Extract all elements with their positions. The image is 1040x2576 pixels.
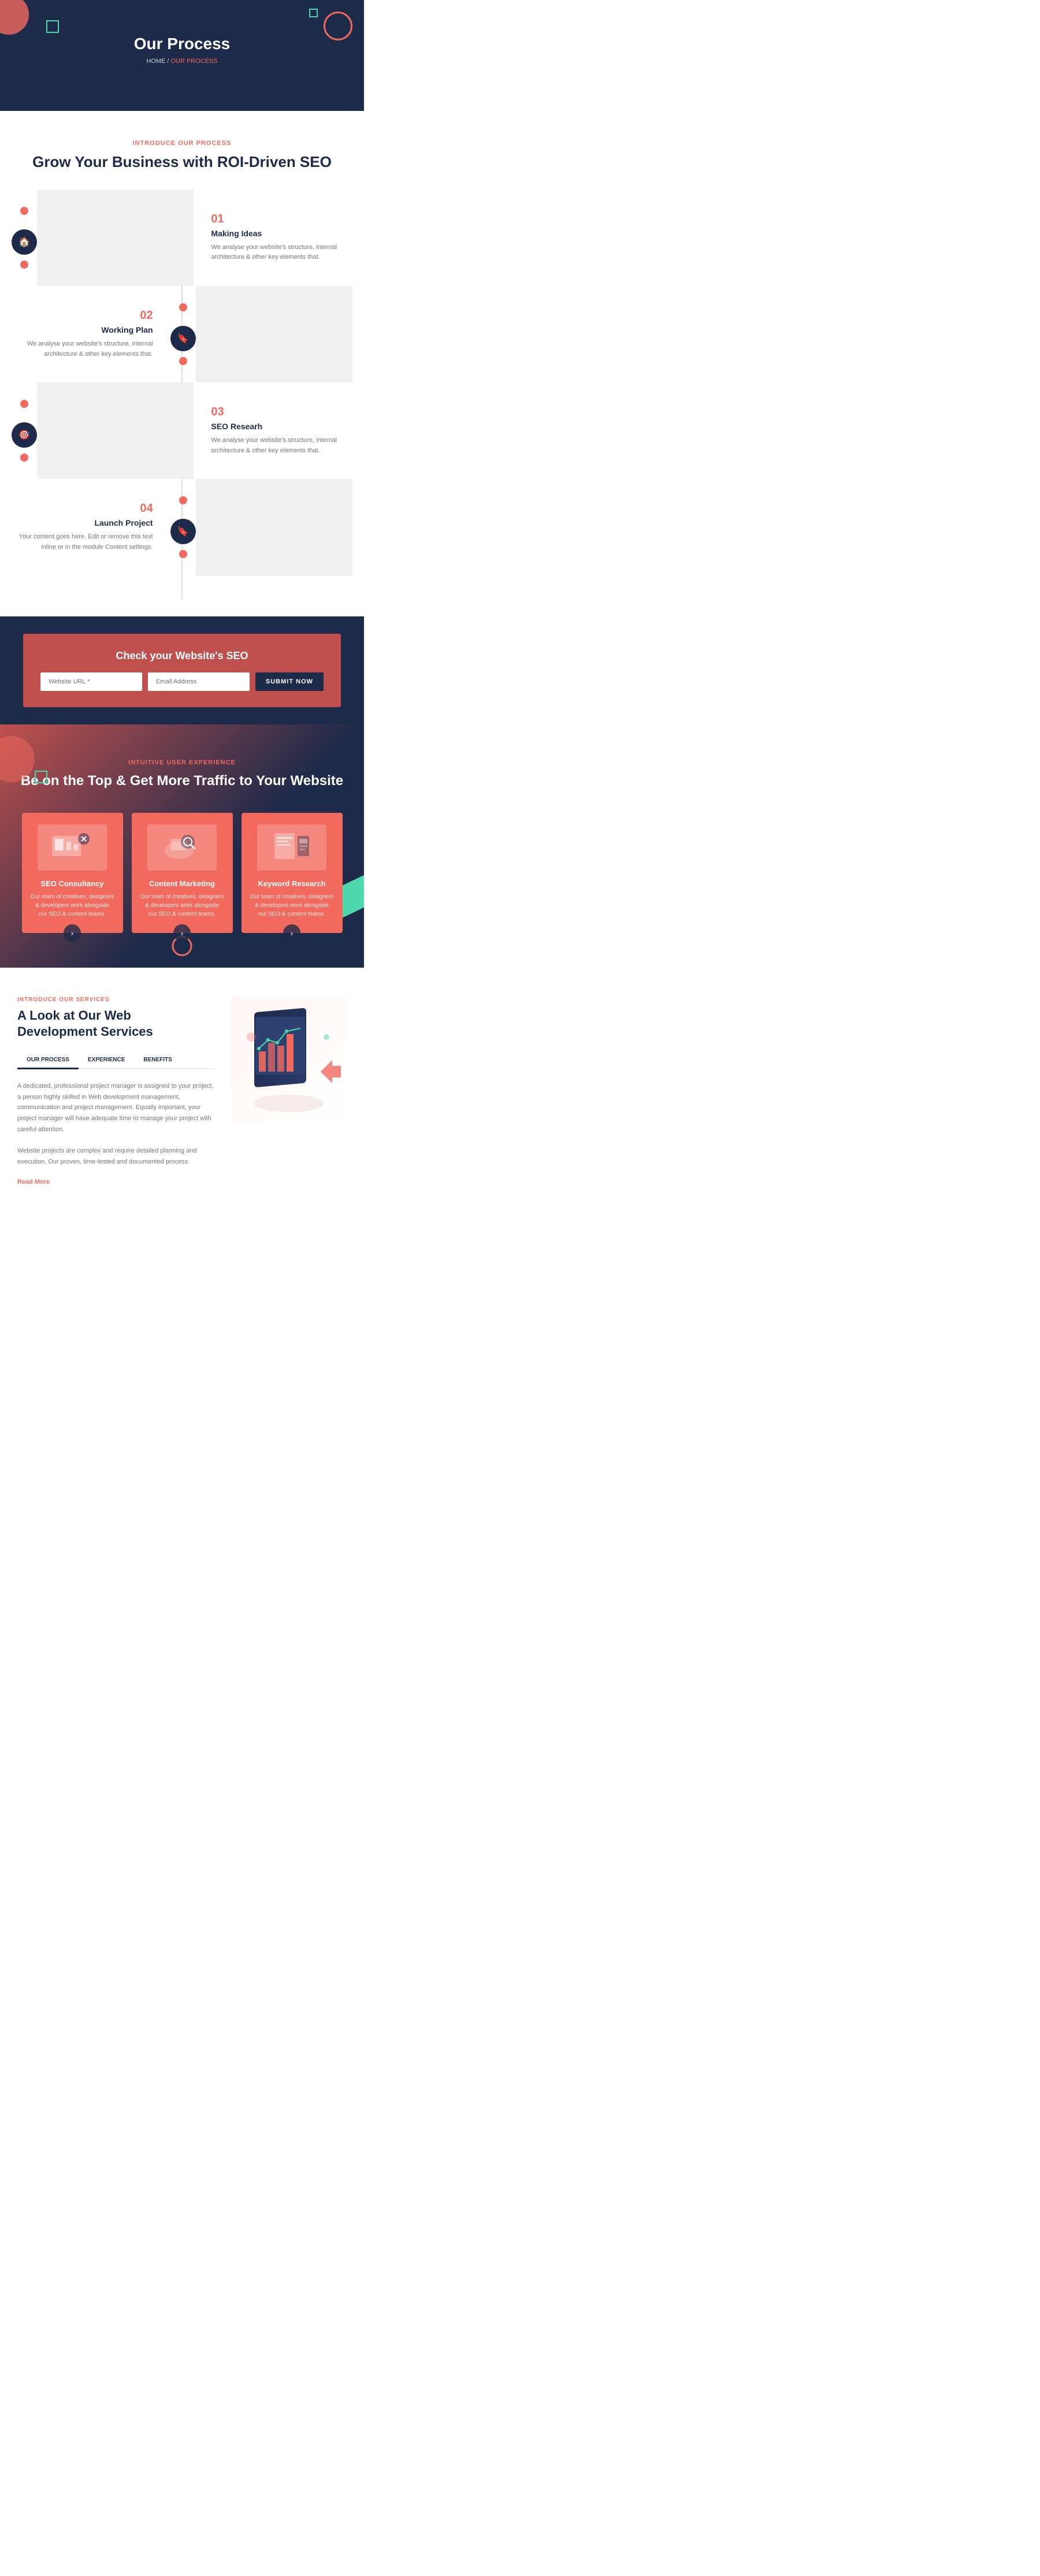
timeline-center-1: 🏠 <box>12 189 37 286</box>
feature-card-desc-3: Our team of creatives, designers & devel… <box>250 893 334 919</box>
timeline-empty-1 <box>37 189 194 286</box>
timeline-center-4: 🔖 <box>170 479 196 575</box>
timeline-content-4: 04 Launch Project Your content goes here… <box>12 479 170 575</box>
step-desc-1: We analyse your website's structure, int… <box>211 243 347 263</box>
breadcrumb: HOME / OUR PROCESS <box>12 58 352 65</box>
step-number-2: 02 <box>17 309 153 322</box>
services-graphic <box>231 997 347 1124</box>
timeline-content-3: 03 SEO Researh We analyse your website's… <box>194 382 352 479</box>
feature-card-title-2: Content Marketing <box>140 879 224 888</box>
feature-card-desc-1: Our team of creatives, designers & devel… <box>31 893 114 919</box>
step-desc-3: We analyse your website's structure, int… <box>211 436 347 456</box>
seo-check-section: Check your Website's SEO SUBMIT NOW <box>0 616 364 724</box>
timeline-icon-4: 🔖 <box>170 519 196 544</box>
step-number-4: 04 <box>17 502 153 515</box>
timeline-empty-2 <box>196 286 352 382</box>
tab-experience[interactable]: EXPERIENCE <box>79 1052 134 1069</box>
hero-section: Our Process HOME / OUR PROCESS <box>0 0 364 111</box>
seo-check-inner: Check your Website's SEO SUBMIT NOW <box>23 634 341 707</box>
hero-title: Our Process <box>12 35 352 53</box>
step-title-3: SEO Researh <box>211 422 347 431</box>
hero-deco-square-right <box>309 9 318 17</box>
feature-card-arrow-2[interactable]: › <box>173 924 191 942</box>
services-left: INTRODUCE OUR SERVICES A Look at Our Web… <box>17 997 214 1186</box>
timeline-center-2: 🔖 <box>170 286 196 382</box>
step-desc-4: Your content goes here. Edit or remove t… <box>17 532 153 552</box>
timeline-icon-1: 🏠 <box>12 229 37 255</box>
tab-content: A dedicated, professional project manage… <box>17 1081 214 1168</box>
feat-deco-square <box>35 771 47 783</box>
breadcrumb-current: OUR PROCESS <box>170 58 217 65</box>
timeline-center-3: 🎯 <box>12 382 37 479</box>
hero-deco-circle-left <box>0 0 29 35</box>
feature-card-img-2 <box>147 824 217 871</box>
email-input[interactable] <box>148 672 250 691</box>
features-section: Intuitive User Experience Be on the Top … <box>0 724 364 968</box>
timeline-item-2: 02 Working Plan We analyse your website'… <box>12 286 352 382</box>
timeline-dot-top-1 <box>20 207 28 215</box>
features-title: Be on the Top & Get More Traffic to Your… <box>12 772 352 790</box>
breadcrumb-home[interactable]: HOME <box>146 58 165 65</box>
step-number-3: 03 <box>211 406 347 419</box>
hero-deco-circle-right <box>324 12 352 40</box>
timeline-dot-bottom-3 <box>20 454 28 462</box>
timeline-dot-top-2 <box>179 303 187 311</box>
timeline: 🏠 01 Making Ideas We analyse your websit… <box>12 189 352 599</box>
timeline-item-1: 🏠 01 Making Ideas We analyse your websit… <box>12 189 352 286</box>
features-cards: SEO Consultancy Our team of creatives, d… <box>12 813 352 933</box>
step-number-1: 01 <box>211 213 347 226</box>
submit-button[interactable]: SUBMIT NOW <box>255 672 324 691</box>
feature-card-2: Content Marketing Our team of creatives,… <box>132 813 233 933</box>
feature-card-title-1: SEO Consultancy <box>31 879 114 888</box>
timeline-dot-bottom-1 <box>20 261 28 269</box>
read-more-link[interactable]: Read More <box>17 1179 214 1185</box>
timeline-content-1: 01 Making Ideas We analyse your website'… <box>194 189 352 286</box>
process-title: Grow Your Business with ROI-Driven SEO <box>12 153 352 172</box>
timeline-dot-bottom-4 <box>179 550 187 558</box>
process-section: INTRODUCE OUR PROCESS Grow Your Business… <box>0 111 364 616</box>
website-url-input[interactable] <box>40 672 142 691</box>
process-tag: INTRODUCE OUR PROCESS <box>12 140 352 147</box>
feature-card-img-3 <box>257 824 326 871</box>
step-desc-2: We analyse your website's structure, int… <box>17 339 153 359</box>
feature-card-title-3: Keyword Research <box>250 879 334 888</box>
features-tag: Intuitive User Experience <box>12 759 352 766</box>
seo-form: SUBMIT NOW <box>40 672 324 691</box>
services-tag: INTRODUCE OUR SERVICES <box>17 997 214 1003</box>
timeline-dot-top-3 <box>20 400 28 408</box>
feature-card-3: Keyword Research Our team of creatives, … <box>242 813 343 933</box>
timeline-empty-3 <box>37 382 194 479</box>
services-title: A Look at Our Web Development Services <box>17 1008 214 1040</box>
feature-card-img-1 <box>38 824 107 871</box>
feature-card-1: SEO Consultancy Our team of creatives, d… <box>22 813 123 933</box>
timeline-icon-2: 🔖 <box>170 326 196 351</box>
timeline-icon-3: 🎯 <box>12 422 37 448</box>
timeline-dot-bottom-2 <box>179 357 187 365</box>
tab-our-process[interactable]: OUR PROCESS <box>17 1052 79 1069</box>
seo-check-title: Check your Website's SEO <box>40 650 324 662</box>
tab-benefits[interactable]: BENEFITS <box>134 1052 181 1069</box>
services-tabs: OUR PROCESS EXPERIENCE BENEFITS <box>17 1052 214 1069</box>
feature-card-desc-2: Our team of creatives, designers & devel… <box>140 893 224 919</box>
services-right <box>231 997 347 1186</box>
feature-card-arrow-1[interactable]: › <box>64 924 81 942</box>
timeline-content-2: 02 Working Plan We analyse your website'… <box>12 286 170 382</box>
timeline-item-3: 🎯 03 SEO Researh We analyse your website… <box>12 382 352 479</box>
step-title-4: Launch Project <box>17 518 153 527</box>
services-section: INTRODUCE OUR SERVICES A Look at Our Web… <box>0 968 364 1209</box>
timeline-item-4: 04 Launch Project Your content goes here… <box>12 479 352 575</box>
timeline-dot-top-4 <box>179 496 187 504</box>
hero-deco-square-top <box>46 20 59 33</box>
timeline-empty-4 <box>196 479 352 575</box>
step-title-1: Making Ideas <box>211 229 347 238</box>
feature-card-arrow-3[interactable]: › <box>283 924 300 942</box>
step-title-2: Working Plan <box>17 325 153 334</box>
